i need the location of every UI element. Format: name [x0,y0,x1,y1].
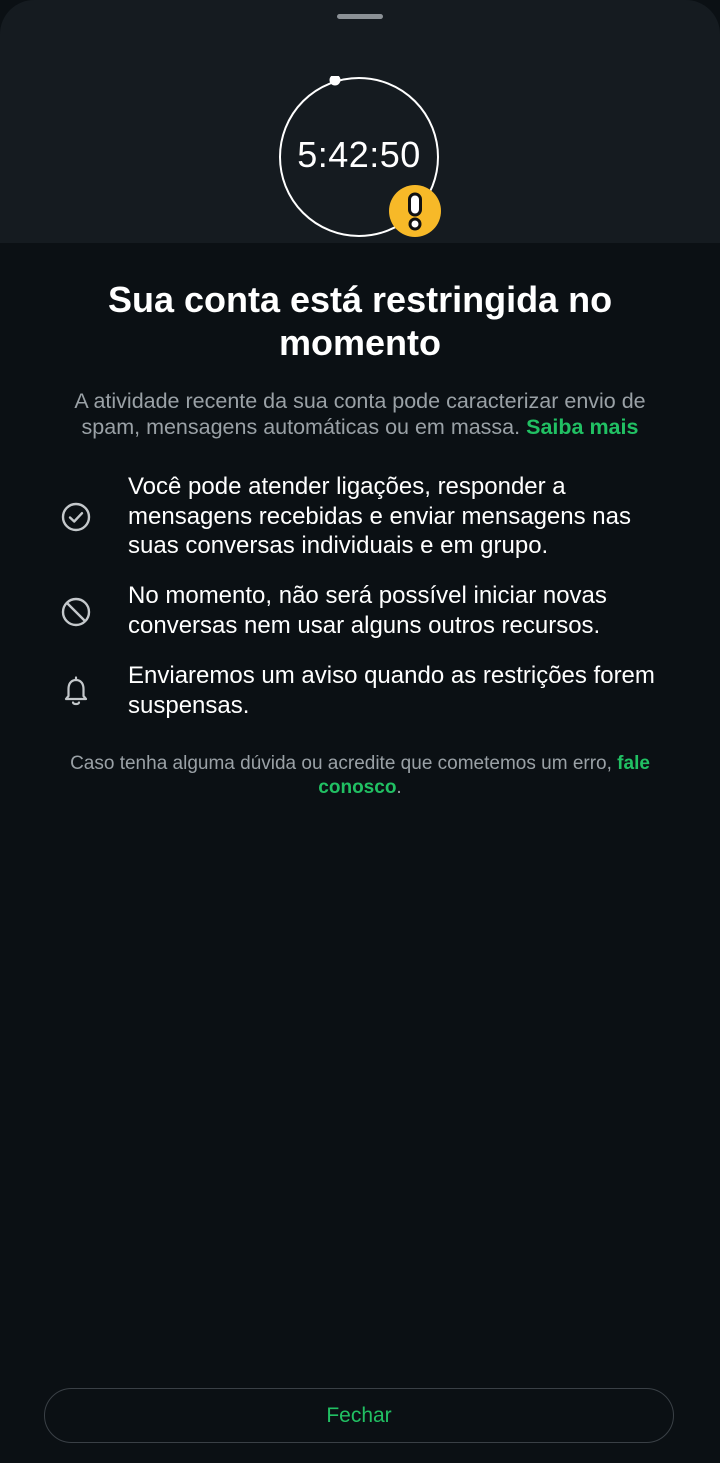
check-circle-icon [61,502,91,532]
footer-note: Caso tenha alguma dúvida ou acredite que… [50,752,670,800]
footer-period: . [396,777,402,798]
timer-value: 5:42:50 [297,134,421,175]
learn-more-link[interactable]: Saiba mais [526,415,638,439]
block-icon [61,597,91,627]
info-item-text: No momento, não será possível iniciar no… [128,582,607,639]
restriction-bottom-sheet: 5:42:50 Sua conta está restringida no mo… [0,0,720,1463]
page-title: Sua conta está restringida no momento [107,279,613,363]
info-item-text: Você pode atender ligações, responder a … [128,473,631,559]
info-item-text: Enviaremos um aviso quando as restrições… [128,662,655,719]
close-button[interactable]: Fechar [44,1388,674,1443]
footer-text: Caso tenha alguma dúvida ou acredite que… [70,753,612,774]
drag-handle[interactable] [337,14,383,19]
description: A atividade recente da sua conta pode ca… [50,388,670,440]
warning-icon [389,185,441,237]
bell-icon [64,676,88,706]
